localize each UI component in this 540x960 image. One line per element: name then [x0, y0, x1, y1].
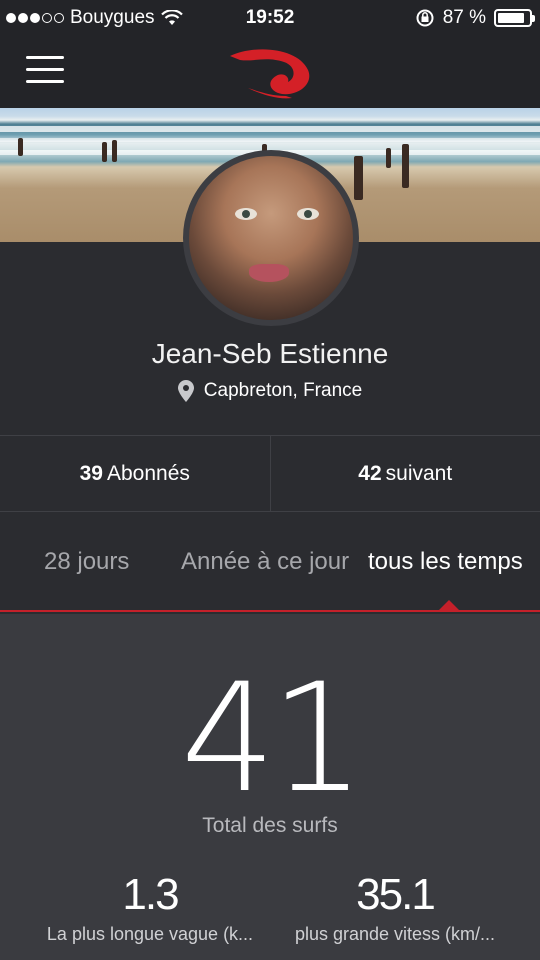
total-surfs-value: 41 [180, 652, 366, 826]
period-tabs: 28 jours Année à ce jour tous les temps [0, 512, 540, 612]
tab-year-to-date[interactable]: Année à ce jour [181, 548, 349, 576]
tab-all-time[interactable]: tous les temps [368, 548, 523, 576]
stats-panel: 41 Total des surfs 1.3 La plus longue va… [0, 614, 540, 960]
top-speed-value: 35.1 [356, 870, 436, 919]
battery-icon [494, 9, 535, 27]
avatar[interactable] [183, 150, 359, 326]
total-surfs-label: Total des surfs [202, 814, 338, 837]
map-pin-icon [177, 380, 194, 402]
followers-label: Abonnés [106, 461, 190, 485]
followers-count: 39 [79, 461, 103, 485]
top-speed-stat: 35.1 plus grande vitess (km/... [260, 870, 530, 945]
followers-button[interactable]: 39 Abonnés [0, 436, 270, 511]
battery-percent: 87 % [442, 7, 486, 28]
profile-location: Capbreton, France [0, 380, 540, 402]
status-bar: Bouygues 19:52 87 % [0, 0, 540, 36]
rotation-lock-icon [416, 9, 434, 27]
location-label: Capbreton, France [203, 380, 363, 401]
following-button[interactable]: 42 suivant [269, 436, 540, 511]
active-tab-indicator [438, 600, 460, 611]
hamburger-icon[interactable] [26, 56, 64, 86]
longest-wave-value: 1.3 [122, 870, 179, 919]
nav-bar [0, 36, 540, 108]
following-count: 42 [358, 461, 382, 485]
longest-wave-label: La plus longue vague (k... [46, 924, 254, 944]
rip-curl-logo[interactable] [226, 44, 314, 100]
following-label: suivant [385, 461, 453, 485]
top-speed-label: plus grande vitess (km/... [294, 924, 496, 944]
tab-28-days[interactable]: 28 jours [44, 548, 129, 576]
follow-stats: 39 Abonnés 42 suivant [0, 435, 540, 512]
longest-wave-stat: 1.3 La plus longue vague (k... [15, 870, 285, 945]
battery-area: 87 % [415, 7, 535, 29]
profile-name: Jean-Seb Estienne [151, 338, 389, 369]
